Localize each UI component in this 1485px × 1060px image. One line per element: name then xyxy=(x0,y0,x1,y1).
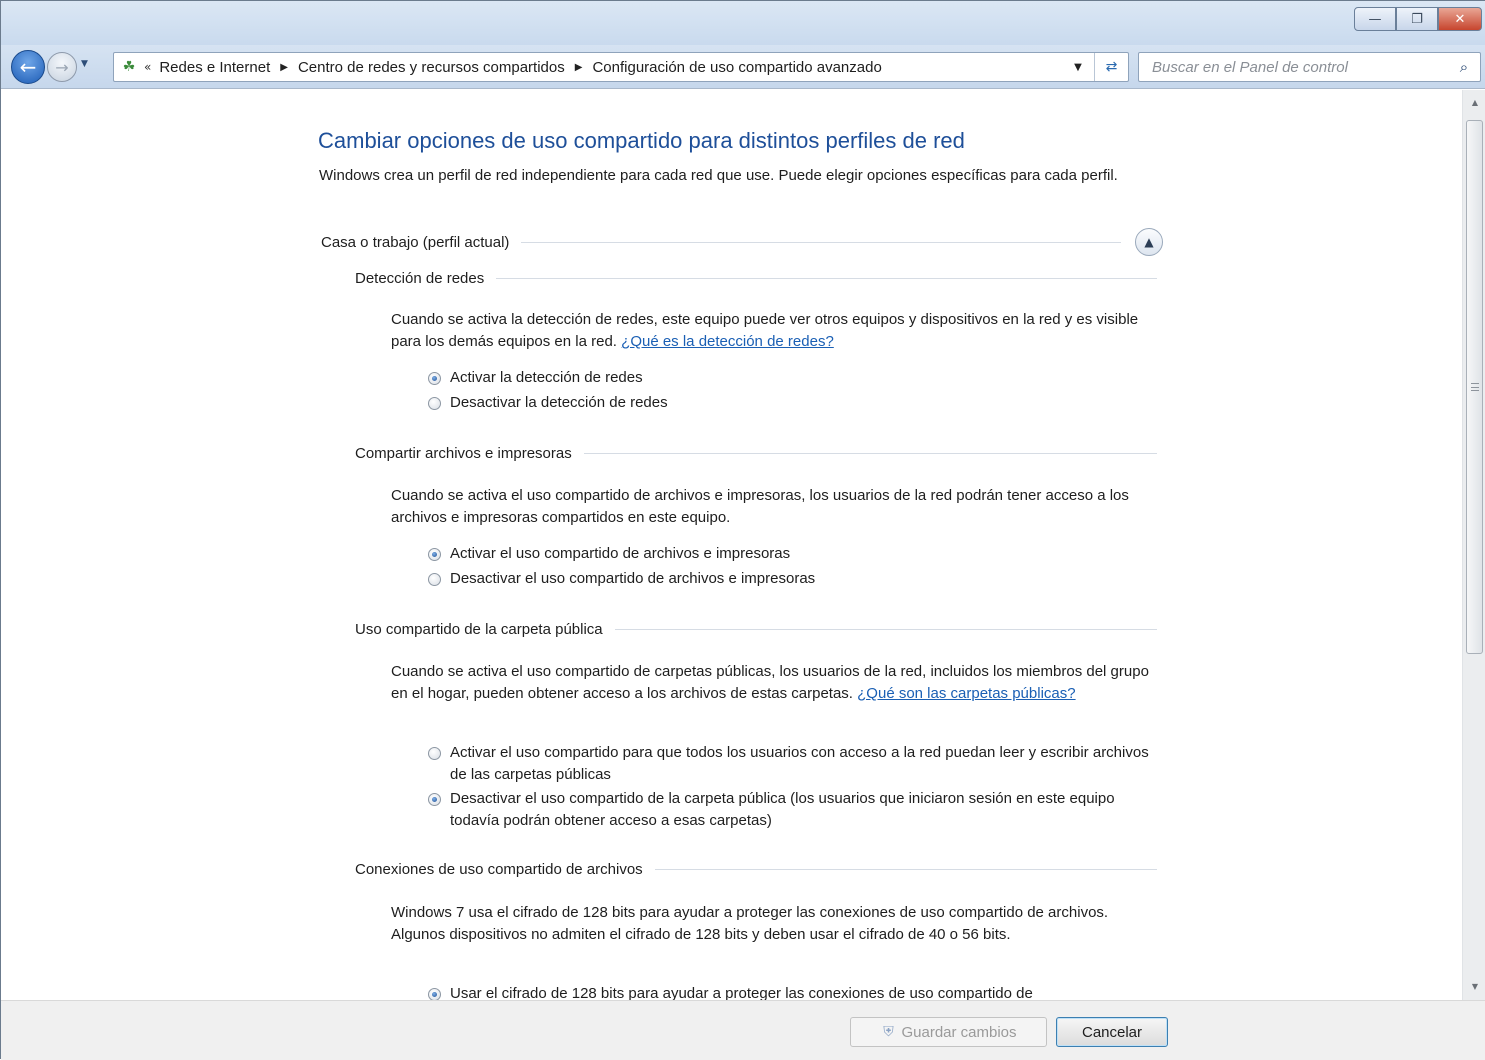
radio-option[interactable]: Activar la detección de redes xyxy=(428,367,1163,389)
search-icon[interactable]: ⌕ xyxy=(1454,57,1474,77)
recent-pages-dropdown[interactable]: ▼ xyxy=(81,59,95,73)
divider xyxy=(583,452,1157,454)
address-bar[interactable]: ☘ « Redes e Internet ▶ Centro de redes y… xyxy=(113,52,1129,82)
section-title: Compartir archivos e impresoras xyxy=(355,444,572,462)
breadcrumb-overflow[interactable]: « xyxy=(144,60,151,74)
close-button[interactable]: ✕ xyxy=(1438,7,1482,31)
radio-label[interactable]: Usar el cifrado de 128 bits para ayudar … xyxy=(450,983,1033,1000)
radio-label[interactable]: Desactivar el uso compartido de archivos… xyxy=(450,568,815,590)
collapse-button[interactable]: ▲ xyxy=(1135,228,1163,256)
section-title: Uso compartido de la carpeta pública xyxy=(355,620,603,638)
divider xyxy=(521,241,1121,243)
radio-button-checked[interactable] xyxy=(428,793,441,806)
main-content: Cambiar opciones de uso compartido para … xyxy=(1,90,1462,1000)
arrow-left-icon: ← xyxy=(19,55,37,79)
search-box[interactable]: ⌕ xyxy=(1138,52,1481,82)
radio-label[interactable]: Activar el uso compartido para que todos… xyxy=(450,742,1163,786)
section-header-file-printer-sharing: Compartir archivos e impresoras xyxy=(355,442,1157,464)
section-title: Conexiones de uso compartido de archivos xyxy=(355,860,643,878)
breadcrumb-redes-internet[interactable]: Redes e Internet xyxy=(159,59,270,76)
explorer-window: — ❐ ✕ ← → ▼ ☘ « Redes e Internet ▶ Centr… xyxy=(0,0,1485,1060)
navigation-bar: ← → ▼ ☘ « Redes e Internet ▶ Centro de r… xyxy=(1,45,1485,89)
intro-text: Windows crea un perfil de red independie… xyxy=(319,167,1118,184)
section-description: Cuando se activa el uso compartido de ar… xyxy=(391,485,1157,529)
chevron-down-icon: ▼ xyxy=(81,59,88,69)
minimize-button[interactable]: — xyxy=(1354,7,1396,31)
save-button-label: Guardar cambios xyxy=(901,1023,1017,1041)
profile-name: Casa o trabajo (perfil actual) xyxy=(321,233,510,251)
section-description: Cuando se activa el uso compartido de ca… xyxy=(391,661,1157,705)
section-header-public-folder-sharing: Uso compartido de la carpeta pública xyxy=(355,618,1157,640)
breadcrumb-separator-icon[interactable]: ▶ xyxy=(280,62,288,73)
section-description: Windows 7 usa el cifrado de 128 bits par… xyxy=(391,902,1157,946)
chevron-up-icon: ▲ xyxy=(1471,97,1479,107)
section-description: Cuando se activa la detección de redes, … xyxy=(391,309,1157,353)
scroll-up-button[interactable]: ▲ xyxy=(1463,92,1485,112)
radio-option[interactable]: Desactivar el uso compartido de archivos… xyxy=(428,568,1163,590)
public-folders-help-link[interactable]: ¿Qué son las carpetas públicas? xyxy=(857,685,1075,702)
description-text: Windows 7 usa el cifrado de 128 bits par… xyxy=(391,904,1109,943)
refresh-icon: ⇄ xyxy=(1105,59,1118,75)
forward-button[interactable]: → xyxy=(47,52,77,82)
scroll-down-button[interactable]: ▼ xyxy=(1463,976,1485,996)
section-header-network-discovery: Detección de redes xyxy=(355,267,1157,289)
address-dropdown-button[interactable]: ▼ xyxy=(1068,53,1088,81)
footer-bar: ⛨ Guardar cambios Cancelar xyxy=(1,1000,1485,1060)
grip-icon xyxy=(1471,383,1479,391)
cancel-button[interactable]: Cancelar xyxy=(1056,1017,1168,1047)
shield-icon: ⛨ xyxy=(883,1024,894,1040)
radio-button[interactable] xyxy=(428,397,441,410)
back-button[interactable]: ← xyxy=(11,50,45,84)
save-changes-button[interactable]: ⛨ Guardar cambios xyxy=(850,1017,1047,1047)
vertical-scrollbar[interactable]: ▲ ▼ xyxy=(1462,90,1485,1000)
profile-header[interactable]: Casa o trabajo (perfil actual) ▲ xyxy=(321,228,1163,256)
divider xyxy=(496,277,1157,279)
section-header-file-sharing-connections: Conexiones de uso compartido de archivos xyxy=(355,858,1157,880)
title-bar: — ❐ ✕ xyxy=(1,1,1485,45)
radio-button-checked[interactable] xyxy=(428,988,441,1000)
chevron-up-icon: ▲ xyxy=(1144,235,1154,249)
radio-option[interactable]: Usar el cifrado de 128 bits para ayudar … xyxy=(428,983,1163,1000)
radio-button-checked[interactable] xyxy=(428,548,441,561)
divider xyxy=(654,868,1157,870)
caption-buttons: — ❐ ✕ xyxy=(1354,7,1482,31)
radio-option[interactable]: Desactivar la detección de redes xyxy=(428,392,1163,414)
description-text: Cuando se activa el uso compartido de ar… xyxy=(391,487,1129,526)
breadcrumb-centro-redes[interactable]: Centro de redes y recursos compartidos xyxy=(298,59,565,76)
breadcrumb-separator-icon[interactable]: ▶ xyxy=(575,62,583,73)
chevron-down-icon: ▼ xyxy=(1471,981,1479,991)
radio-button[interactable] xyxy=(428,747,441,760)
arrow-right-icon: → xyxy=(55,57,69,77)
refresh-button[interactable]: ⇄ xyxy=(1094,53,1128,81)
radio-option[interactable]: Desactivar el uso compartido de la carpe… xyxy=(428,788,1163,832)
radio-label[interactable]: Desactivar la detección de redes xyxy=(450,392,668,414)
radio-label[interactable]: Desactivar el uso compartido de la carpe… xyxy=(450,788,1163,832)
search-input[interactable] xyxy=(1139,53,1439,81)
chevron-down-icon: ▼ xyxy=(1074,61,1082,73)
radio-button[interactable] xyxy=(428,573,441,586)
breadcrumb-configuracion-avanzada[interactable]: Configuración de uso compartido avanzado xyxy=(592,59,881,76)
radio-option[interactable]: Activar el uso compartido de archivos e … xyxy=(428,543,1163,565)
radio-label[interactable]: Activar la detección de redes xyxy=(450,367,643,389)
radio-label[interactable]: Activar el uso compartido de archivos e … xyxy=(450,543,790,565)
page-title: Cambiar opciones de uso compartido para … xyxy=(318,128,965,153)
radio-option[interactable]: Activar el uso compartido para que todos… xyxy=(428,742,1163,786)
section-title: Detección de redes xyxy=(355,269,485,287)
network-icon: ☘ xyxy=(122,59,136,75)
radio-button-checked[interactable] xyxy=(428,372,441,385)
maximize-button[interactable]: ❐ xyxy=(1396,7,1438,31)
network-discovery-help-link[interactable]: ¿Qué es la detección de redes? xyxy=(621,333,834,350)
divider xyxy=(614,628,1157,630)
scrollbar-thumb[interactable] xyxy=(1466,120,1483,654)
